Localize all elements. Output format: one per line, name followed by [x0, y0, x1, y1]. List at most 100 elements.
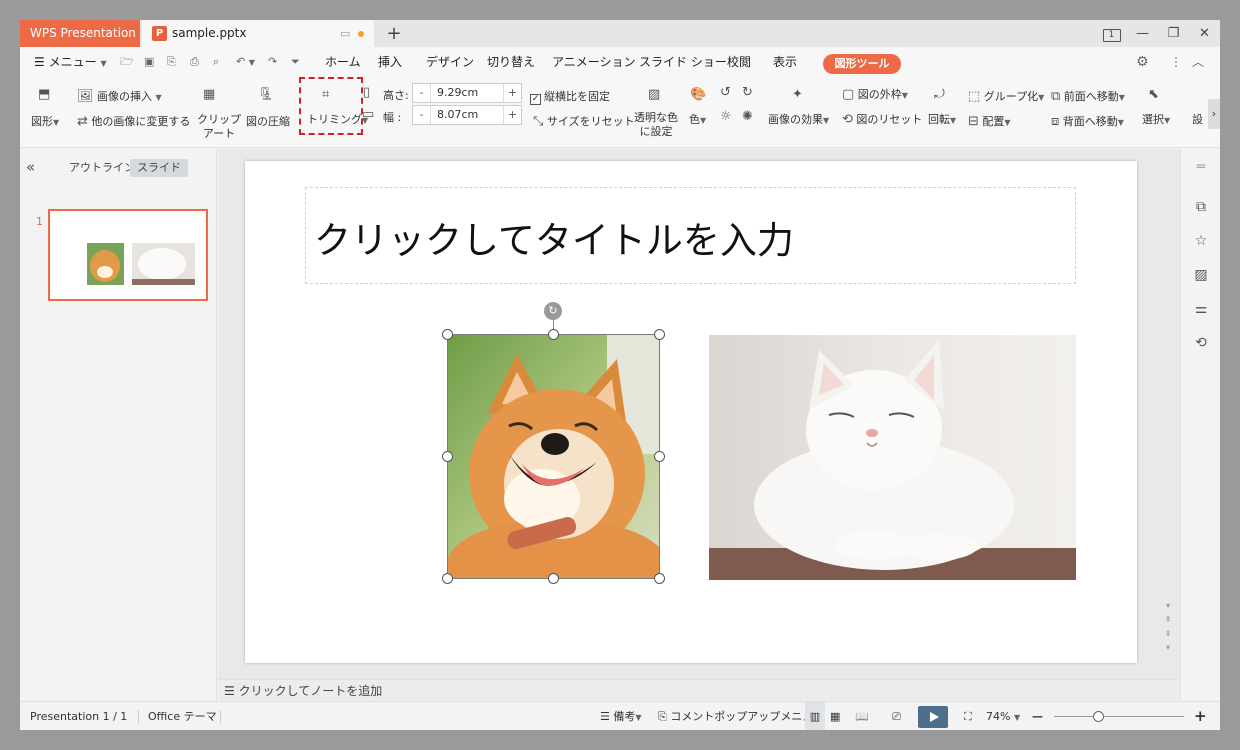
resize-handle-bottom-right[interactable] — [654, 573, 665, 584]
zoom-slider-handle[interactable] — [1093, 711, 1104, 722]
height-decrease-button[interactable]: - — [413, 84, 431, 102]
height-value[interactable]: 9.29cm — [437, 84, 478, 102]
redo-icon[interactable]: ↷ — [268, 47, 277, 77]
tab-animations[interactable]: アニメーション — [552, 47, 636, 77]
history-icon[interactable]: ⟲ — [1181, 335, 1220, 351]
height-increase-button[interactable]: + — [503, 84, 521, 102]
reset-picture-button[interactable]: ⟲ 図のリセット — [842, 111, 922, 127]
color-label: 色 — [689, 113, 700, 126]
transparent-label-2: に設定 — [639, 125, 673, 138]
slide-thumbnail[interactable] — [48, 209, 208, 301]
insert-picture-button[interactable]: 🖼 画像の挿入 ▼ — [77, 88, 162, 104]
menu-button-label: メニュー — [48, 55, 97, 69]
tab-review[interactable]: 校閲 — [727, 47, 751, 77]
resize-handle-bottom-left[interactable] — [442, 573, 453, 584]
lock-ratio-checkbox[interactable]: ✓ 縦横比を固定 — [530, 88, 610, 105]
clip-art-button[interactable]: クリップ アート — [197, 113, 241, 141]
new-tab-button[interactable]: + — [384, 20, 404, 47]
color-button[interactable]: 色▼ — [689, 111, 706, 127]
rotate-button[interactable]: 回転▼ — [928, 111, 956, 127]
zoom-level-button[interactable]: 74% ▼ — [986, 702, 1020, 730]
trim-button[interactable]: トリミング▼ — [307, 111, 368, 127]
zoom-slider-track[interactable] — [1054, 716, 1184, 717]
tab-insert[interactable]: 挿入 — [378, 47, 402, 77]
tab-view[interactable]: 表示 — [773, 47, 797, 77]
reset-size-button[interactable]: ⤡ サイズをリセット — [533, 113, 635, 129]
bring-forward-button[interactable]: ⧉ 前面へ移動▼ — [1051, 88, 1125, 104]
close-icon[interactable]: ✕ — [1189, 20, 1220, 47]
brightness-up-icon[interactable]: ☼ — [720, 109, 732, 124]
resize-handle-top-left[interactable] — [442, 329, 453, 340]
compress-button[interactable]: 図の圧縮 — [246, 113, 290, 129]
undo-icon[interactable]: ↶ ▼ — [236, 47, 255, 77]
resize-handle-right[interactable] — [654, 451, 665, 462]
zoom-in-icon[interactable]: + — [1194, 702, 1207, 730]
tab-design[interactable]: デザイン — [426, 47, 474, 77]
transparent-color-button[interactable]: 透明な色 に設定 — [634, 111, 678, 139]
resize-handle-top[interactable] — [548, 329, 559, 340]
align-button[interactable]: ⊟ 配置▼ — [968, 113, 1011, 129]
height-field[interactable]: - 9.29cm + — [412, 83, 522, 103]
present-tool-icon[interactable]: ⎚ — [892, 702, 901, 730]
menu-button[interactable]: ☰ メニュー ▼ — [34, 47, 107, 77]
rotate-left-icon[interactable]: ↺ — [720, 85, 731, 100]
picture-panel-icon[interactable]: ▨ — [1181, 267, 1220, 283]
document-tab[interactable]: P sample.pptx ▭ — [142, 20, 374, 47]
vertical-scroll-arrows-icon[interactable]: ▾ ⇞ ⇟ ▾ — [1163, 599, 1173, 655]
tab-transitions[interactable]: 切り替え — [487, 47, 535, 77]
save-icon[interactable]: ▣ — [144, 47, 154, 77]
monitor-icon[interactable]: ▭ — [340, 20, 350, 47]
width-decrease-button[interactable]: - — [413, 106, 431, 124]
settings-cut-button[interactable]: 設 — [1192, 111, 1203, 127]
ribbon-scroll-right-icon[interactable]: › — [1208, 99, 1220, 129]
dog-image[interactable] — [447, 334, 660, 579]
picture-border-button[interactable]: ▢ 図の外枠▼ — [842, 86, 908, 102]
comment-popup-button[interactable]: ⎘ コメントポップアップメニュー — [658, 702, 824, 730]
tab-slideshow[interactable]: スライド ショー — [639, 47, 727, 77]
app-home-tab[interactable]: WPS Presentation — [20, 20, 140, 47]
collapse-pane-icon[interactable]: « — [26, 158, 35, 176]
picture-effects-button[interactable]: 画像の効果▼ — [768, 111, 829, 127]
tab-picture-tools[interactable]: 図形ツール — [823, 54, 901, 74]
tab-slides[interactable]: スライド — [130, 159, 188, 177]
width-increase-button[interactable]: + — [503, 106, 521, 124]
restore-icon[interactable]: ❐ — [1158, 20, 1189, 47]
slide-switch-icon[interactable]: ⧉ — [1181, 199, 1220, 215]
fit-window-icon[interactable]: ⛶ — [964, 702, 972, 730]
rotate-handle-icon[interactable]: ↻ — [544, 302, 562, 320]
page-view-button[interactable]: 1 — [1096, 20, 1127, 47]
group-button[interactable]: ⬚ グループ化▼ — [968, 88, 1044, 104]
grid-view-icon[interactable]: ▦ — [830, 702, 840, 730]
resize-handle-top-right[interactable] — [654, 329, 665, 340]
slide[interactable]: クリックしてタイトルを入力 ↻ — [245, 161, 1137, 663]
settings-gear-icon[interactable]: ⚙ — [1136, 47, 1149, 77]
print-preview-icon[interactable]: ⌕ — [213, 47, 219, 77]
shape-button[interactable]: 図形▼ — [31, 113, 59, 129]
export-pdf-icon[interactable]: ⎘ — [167, 47, 176, 77]
rotate-right-icon[interactable]: ↻ — [742, 85, 753, 100]
title-placeholder[interactable]: クリックしてタイトルを入力 — [305, 187, 1076, 284]
send-backward-button[interactable]: ⧈ 背面へ移動▼ — [1051, 113, 1124, 129]
more-options-icon[interactable]: ⋮ — [1170, 47, 1182, 77]
adjust-sliders-icon[interactable]: ⚌ — [1181, 301, 1220, 317]
normal-view-icon[interactable]: ▥ — [805, 702, 825, 730]
animation-icon[interactable]: ☆ — [1181, 233, 1220, 249]
width-field[interactable]: - 8.07cm + — [412, 105, 522, 125]
change-picture-button[interactable]: ⇄ 他の画像に変更する — [77, 113, 190, 129]
width-value[interactable]: 8.07cm — [437, 106, 478, 124]
resize-handle-left[interactable] — [442, 451, 453, 462]
notes-toggle-button[interactable]: ☰ 備考▼ — [600, 702, 642, 730]
select-button[interactable]: 選択▼ — [1142, 111, 1170, 127]
play-slideshow-button[interactable] — [918, 706, 948, 728]
resize-handle-bottom[interactable] — [548, 573, 559, 584]
tab-home[interactable]: ホーム — [325, 47, 361, 77]
zoom-out-icon[interactable]: — — [1032, 702, 1043, 730]
notes-bar[interactable]: ☰ クリックしてノートを追加 — [218, 679, 1180, 701]
brightness-down-icon[interactable]: ✺ — [742, 109, 753, 124]
minimize-icon[interactable]: — — [1127, 20, 1158, 47]
reading-view-icon[interactable]: 📖 — [855, 702, 869, 730]
open-folder-icon[interactable]: 🗁 — [120, 47, 134, 77]
collapse-ribbon-icon[interactable]: ︿ — [1192, 47, 1204, 77]
customize-quick-access-icon[interactable]: ⏷ — [291, 47, 300, 77]
print-icon[interactable]: ⎙ — [190, 47, 199, 77]
